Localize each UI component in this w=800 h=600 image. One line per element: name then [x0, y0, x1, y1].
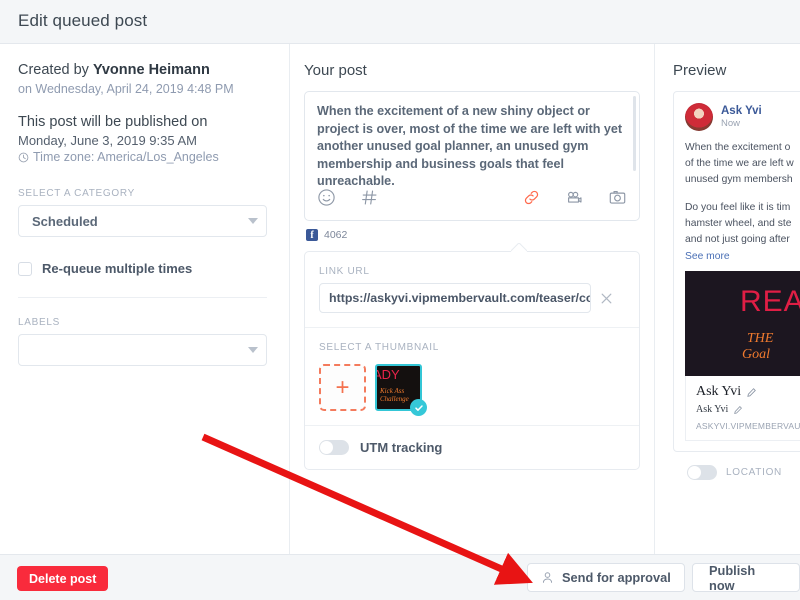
location-toggle[interactable] — [687, 465, 717, 480]
send-for-approval-button[interactable]: Send for approval — [527, 563, 685, 592]
preview-link-meta: Ask Yvi Ask Yvi ASKYVI.VIPMEMBERVAUL — [685, 376, 800, 441]
preview-meta-sub-row: Ask Yvi — [696, 404, 800, 415]
preview-page-name[interactable]: Ask Yvi — [721, 105, 762, 117]
thumbnail-list: + ADY Kick Ass Challenge — [319, 364, 625, 416]
requeue-row[interactable]: Re-queue multiple times — [18, 261, 269, 276]
utm-row[interactable]: UTM tracking — [319, 440, 625, 455]
link-icon[interactable] — [522, 188, 541, 207]
preview-line: hamster wheel, and ste — [685, 218, 792, 229]
add-thumbnail-button[interactable]: + — [319, 364, 366, 411]
post-text-editor[interactable]: When the excitement of a new shiny objec… — [304, 91, 640, 221]
avatar — [685, 103, 713, 131]
created-by-author: Yvonne Heimann — [92, 62, 210, 78]
location-label: LOCATION — [726, 467, 782, 478]
publish-date: Monday, June 3, 2019 9:35 AM — [18, 133, 197, 148]
media-text-2: THE — [747, 331, 774, 346]
preview-meta-title-row: Ask Yvi — [696, 384, 800, 400]
category-select-wrap[interactable]: Scheduled — [18, 205, 269, 237]
utm-toggle[interactable] — [319, 440, 349, 455]
created-by-prefix: Created by — [18, 62, 93, 78]
category-label: SELECT A CATEGORY — [18, 188, 135, 199]
preview-media-image: REA THE Goal — [685, 271, 800, 376]
post-text-value[interactable]: When the excitement of a new shiny objec… — [317, 103, 625, 191]
modal-footer: Delete post Send for approval Publish no… — [0, 554, 800, 600]
post-composer-panel: Your post When the excitement of a new s… — [290, 44, 655, 554]
facebook-icon: f — [306, 229, 318, 241]
modal-header: Edit queued post — [0, 0, 800, 44]
media-text-1: REA — [740, 285, 800, 318]
link-url-row: https://askyvi.vipmembervault.com/teaser… — [319, 283, 625, 313]
page-title: Edit queued post — [18, 11, 148, 30]
delete-post-button[interactable]: Delete post — [17, 566, 109, 591]
link-url-input[interactable]: https://askyvi.vipmembervault.com/teaser… — [319, 283, 591, 313]
utm-label: UTM tracking — [360, 440, 443, 455]
location-row[interactable]: LOCATION — [687, 465, 800, 480]
post-details-panel: Created by Yvonne Heimann on Wednesday, … — [0, 44, 290, 554]
publish-now-button[interactable]: Publish now — [692, 563, 800, 593]
close-icon[interactable] — [599, 291, 614, 306]
thumbnail-section: SELECT A THUMBNAIL + ADY Kick Ass Challe… — [305, 327, 639, 425]
hashtag-icon[interactable] — [360, 188, 379, 207]
preview-author-row: Ask Yvi Now — [685, 103, 800, 131]
preview-line: unused gym membersh — [685, 174, 793, 185]
composer-scrollbar[interactable] — [633, 96, 636, 171]
link-url-label: LINK URL — [319, 266, 370, 277]
preview-line: When the excitement o — [685, 142, 791, 153]
publish-heading: This post will be published on — [18, 114, 208, 130]
clock-icon — [18, 152, 29, 163]
created-on-date: on Wednesday, April 24, 2019 4:48 PM — [18, 82, 234, 96]
chevron-down-icon — [248, 218, 258, 224]
your-post-heading: Your post — [304, 62, 367, 79]
labels-label: LABELS — [18, 317, 61, 328]
emoji-icon[interactable] — [317, 188, 336, 207]
preview-heading: Preview — [673, 62, 727, 79]
preview-card: Ask Yvi Now When the excitement o of the… — [673, 91, 800, 452]
utm-section: UTM tracking — [305, 425, 639, 469]
preview-meta-sub: Ask Yvi — [696, 404, 729, 415]
thumbnail-option-selected[interactable]: ADY Kick Ass Challenge — [375, 364, 427, 416]
plus-icon: + — [335, 373, 350, 401]
thumbnail-text-body: Kick Ass Challenge — [380, 387, 409, 403]
char-count-row: f 4062 — [306, 229, 639, 241]
preview-panel: Preview Ask Yvi Now When the excitement … — [655, 44, 800, 554]
composer-toolbar — [317, 182, 627, 212]
created-by-line: Created by Yvonne Heimann — [18, 62, 269, 78]
timezone-row: Time zone: America/Los_Angeles — [18, 150, 269, 164]
video-icon[interactable] — [565, 188, 584, 207]
see-more-link[interactable]: See more — [685, 251, 800, 262]
preview-body: When the excitement o of the time we are… — [685, 140, 800, 248]
thumbnail-text-top: ADY — [377, 367, 400, 382]
check-icon — [410, 399, 427, 416]
media-text-3: Goal — [742, 347, 770, 362]
send-for-approval-label: Send for approval — [562, 570, 671, 585]
preview-line: and not just going after — [685, 234, 790, 245]
labels-select-wrap[interactable] — [18, 334, 269, 366]
link-settings-panel: LINK URL https://askyvi.vipmembervault.c… — [304, 251, 640, 470]
preview-line: of the time we are left w — [685, 158, 794, 169]
preview-meta-url: ASKYVI.VIPMEMBERVAUL — [696, 421, 800, 431]
preview-line: Do you feel like it is tim — [685, 202, 791, 213]
pencil-icon[interactable] — [746, 387, 757, 398]
edit-queued-post-modal: Edit queued post Created by Yvonne Heima… — [0, 0, 800, 600]
thumbnail-label: SELECT A THUMBNAIL — [319, 342, 440, 353]
camera-icon[interactable] — [608, 188, 627, 207]
timezone-label: Time zone: America/Los_Angeles — [33, 150, 219, 164]
preview-timestamp: Now — [721, 118, 741, 129]
link-url-section: LINK URL https://askyvi.vipmembervault.c… — [305, 252, 639, 327]
preview-meta-title: Ask Yvi — [696, 384, 742, 399]
panel-pointer — [511, 243, 527, 252]
chevron-down-icon — [248, 347, 258, 353]
divider — [18, 297, 267, 298]
labels-select[interactable] — [18, 334, 267, 366]
requeue-label: Re-queue multiple times — [42, 261, 193, 276]
requeue-checkbox[interactable] — [18, 261, 32, 276]
person-icon — [541, 571, 554, 584]
labels-block: LABELS — [18, 317, 269, 366]
category-select[interactable]: Scheduled — [18, 205, 267, 237]
pencil-icon[interactable] — [733, 405, 743, 415]
char-count: 4062 — [324, 229, 348, 241]
